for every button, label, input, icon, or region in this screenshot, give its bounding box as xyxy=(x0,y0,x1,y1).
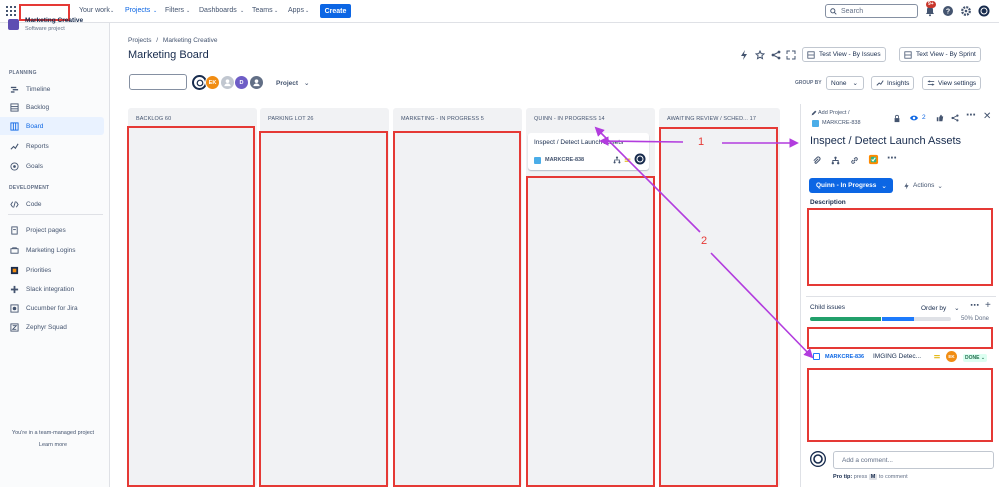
annotation-arrow-1-left xyxy=(599,136,684,146)
annotation-arrows xyxy=(594,126,814,359)
annotation-label-2: 2 xyxy=(701,235,708,247)
annotation-arrow-2-up xyxy=(594,126,701,233)
annotation-arrow-2-down xyxy=(710,252,814,359)
annotation-label-1: 1 xyxy=(698,136,705,148)
